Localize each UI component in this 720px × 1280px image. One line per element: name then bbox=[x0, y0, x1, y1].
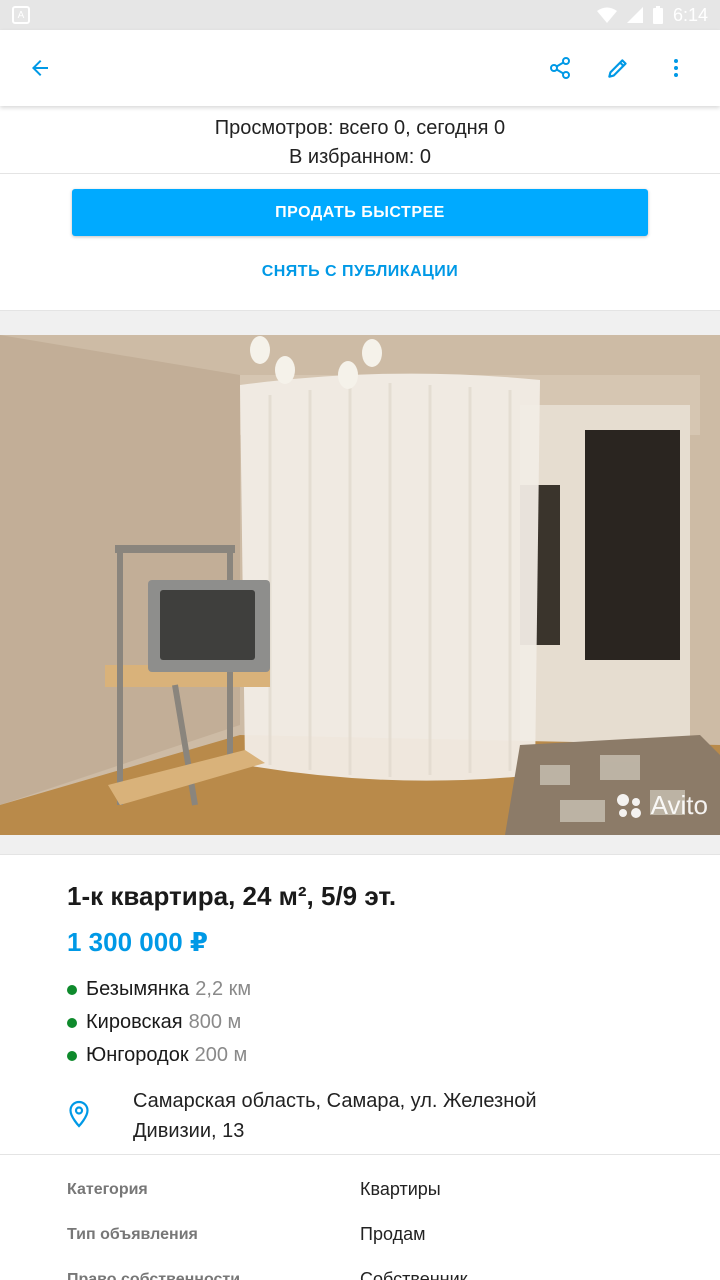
metro-dot-icon bbox=[67, 1050, 77, 1061]
property-key: Право собственности bbox=[67, 1270, 241, 1280]
metro-item: Кировская 800 м bbox=[67, 1006, 653, 1039]
property-value: Продам bbox=[360, 1224, 426, 1244]
edit-pencil-icon bbox=[608, 59, 627, 78]
listing-photo[interactable]: Avito bbox=[0, 335, 720, 835]
listing-actions: ПРОДАТЬ БЫСТРЕЕ СНЯТЬ С ПУБЛИКАЦИИ bbox=[0, 174, 720, 310]
toolbar bbox=[0, 30, 720, 106]
listing-title: 1-к квартира, 24 м², 5/9 эт. bbox=[67, 881, 397, 911]
back-arrow-icon bbox=[32, 60, 48, 76]
status-bar: A 6:14 bbox=[0, 0, 720, 30]
section-divider bbox=[0, 310, 720, 335]
views-count: Просмотров: всего 0, сегодня 0 bbox=[214, 117, 506, 139]
metro-item: Юнгородок 200 м bbox=[67, 1039, 653, 1072]
property-row: Право собственности Собственник bbox=[67, 1257, 720, 1280]
listing-info: 1-к квартира, 24 м², 5/9 эт. 1 300 000 ₽… bbox=[0, 855, 720, 1146]
property-row: Тип объявления Продам bbox=[67, 1212, 720, 1257]
favorites-count: В избранном: 0 bbox=[289, 146, 431, 168]
edit-button[interactable] bbox=[598, 48, 638, 88]
address-row[interactable]: Самарская область, Самара, ул. Железной … bbox=[67, 1086, 653, 1146]
metro-item: Безымянка 2,2 км bbox=[67, 973, 653, 1006]
watermark-text: Avito bbox=[650, 790, 708, 820]
avito-watermark: Avito bbox=[615, 790, 708, 821]
sell-faster-button[interactable]: ПРОДАТЬ БЫСТРЕЕ bbox=[72, 189, 648, 236]
view-stats: Просмотров: всего 0, сегодня 0 В избранн… bbox=[0, 106, 720, 174]
section-divider bbox=[0, 835, 720, 855]
location-pin-icon bbox=[67, 1086, 133, 1133]
metro-dot-icon bbox=[67, 984, 77, 995]
metro-station: Кировская bbox=[86, 1011, 183, 1033]
avito-logo-icon bbox=[616, 793, 641, 818]
metro-distance: 2,2 км bbox=[195, 978, 252, 1000]
wifi-icon bbox=[596, 7, 617, 23]
metro-station: Юнгородок bbox=[86, 1044, 189, 1066]
status-time: 6:14 bbox=[672, 4, 708, 25]
address-text: Самарская область, Самара, ул. Железной … bbox=[133, 1090, 537, 1142]
property-key: Категория bbox=[67, 1180, 148, 1198]
notification-icon: A bbox=[12, 6, 30, 24]
metro-dot-icon bbox=[67, 1017, 77, 1028]
property-value: Собственник bbox=[360, 1269, 468, 1280]
metro-list: Безымянка 2,2 км Кировская 800 м Юнгород… bbox=[67, 973, 653, 1072]
metro-distance: 200 м bbox=[194, 1044, 248, 1066]
metro-station: Безымянка bbox=[86, 978, 190, 1000]
listing-price: 1 300 000 ₽ bbox=[67, 927, 208, 957]
signal-icon bbox=[626, 7, 643, 23]
property-row: Категория Квартиры bbox=[67, 1167, 720, 1212]
battery-icon bbox=[652, 6, 663, 24]
more-options-button[interactable] bbox=[656, 48, 696, 88]
share-icon bbox=[550, 57, 570, 79]
metro-distance: 800 м bbox=[188, 1011, 242, 1033]
back-button[interactable] bbox=[20, 48, 60, 88]
listing-properties: Категория Квартиры Тип объявления Продам… bbox=[0, 1154, 720, 1280]
share-button[interactable] bbox=[540, 48, 580, 88]
property-value: Квартиры bbox=[360, 1179, 441, 1199]
unpublish-button[interactable]: СНЯТЬ С ПУБЛИКАЦИИ bbox=[72, 248, 648, 296]
property-key: Тип объявления bbox=[67, 1225, 198, 1243]
more-vert-icon bbox=[674, 59, 678, 77]
